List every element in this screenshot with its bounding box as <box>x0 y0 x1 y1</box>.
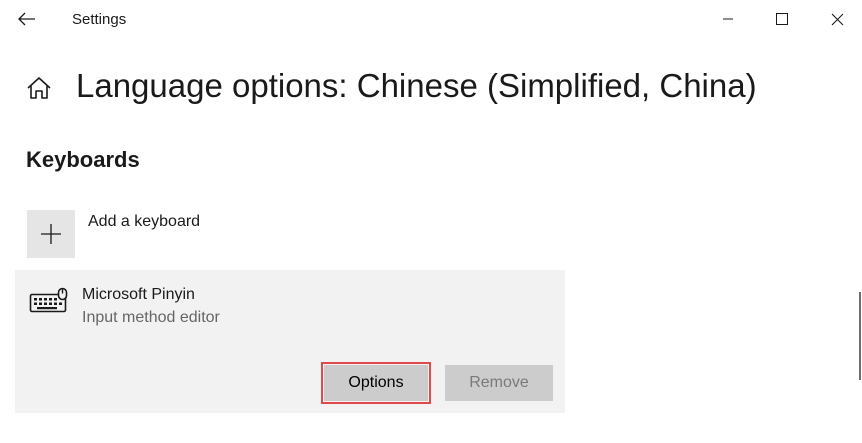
keyboard-description: Input method editor <box>82 309 220 326</box>
keyboard-list-item[interactable]: Microsoft Pinyin Input method editor Opt… <box>15 270 565 413</box>
add-tile <box>27 210 75 258</box>
keyboards-section-title: Keyboards <box>26 147 140 172</box>
settings-window: Settings Language options: Chinese (Simp… <box>0 0 862 443</box>
options-button[interactable]: Options <box>321 362 431 404</box>
minimize-button[interactable] <box>705 4 751 34</box>
maximize-icon <box>776 13 788 25</box>
maximize-button[interactable] <box>759 4 805 34</box>
title-bar: Settings <box>0 0 862 40</box>
close-button[interactable] <box>814 4 860 34</box>
minimize-icon <box>723 18 733 20</box>
page-title: Language options: Chinese (Simplified, C… <box>76 67 757 104</box>
back-arrow-icon <box>18 12 35 26</box>
scrollbar-thumb[interactable] <box>859 292 861 380</box>
app-title: Settings <box>72 11 127 28</box>
remove-button: Remove <box>445 365 553 401</box>
plus-icon <box>41 224 61 244</box>
add-keyboard-button[interactable]: Add a keyboard <box>27 210 200 258</box>
keyboard-icon <box>29 287 68 313</box>
keyboard-name: Microsoft Pinyin <box>82 286 195 303</box>
home-icon[interactable] <box>26 75 52 101</box>
close-icon <box>831 13 843 25</box>
add-keyboard-label: Add a keyboard <box>88 213 201 230</box>
back-button[interactable] <box>12 6 42 32</box>
